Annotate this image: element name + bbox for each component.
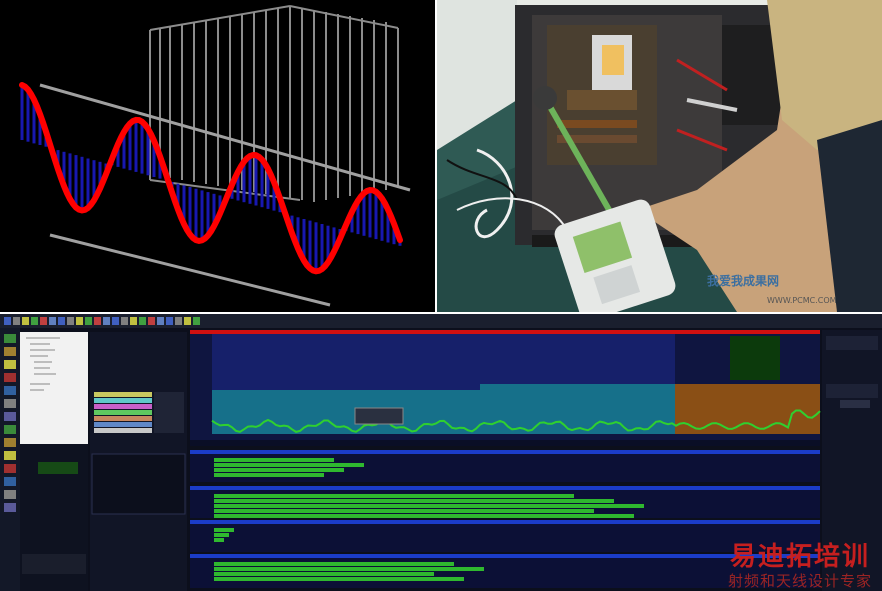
toolbar-icon[interactable] [130, 317, 137, 325]
left-strip-icon[interactable] [4, 464, 16, 473]
sine-wave-3d-illustration [0, 0, 435, 312]
toolbar-icon[interactable] [184, 317, 191, 325]
level-bar [214, 504, 644, 508]
marker-tooltip [354, 407, 404, 425]
spectrum-analyzer-software: 易迪拓培训 射频和天线设计专家 [0, 314, 882, 591]
toolbar-icon[interactable] [67, 317, 74, 325]
left-strip-icon[interactable] [4, 399, 16, 408]
spectrum-table [730, 336, 780, 380]
photo-svg [437, 0, 882, 312]
bar-panels[interactable] [190, 450, 820, 588]
chart-header-bar [190, 330, 820, 334]
toolbar-icon[interactable] [31, 317, 38, 325]
toolbar-icon[interactable] [4, 317, 11, 325]
level-bar [214, 473, 324, 477]
wire-cube [149, 5, 399, 202]
corner-watermark-subtitle: 射频和天线设计专家 [728, 572, 873, 590]
bar-panel-header [190, 554, 820, 558]
level-bar [214, 494, 574, 498]
bar-panel-header [190, 520, 820, 524]
probe-head [533, 86, 557, 110]
level-bar [214, 458, 334, 462]
left-strip-icon[interactable] [4, 373, 16, 382]
toolbar-icon[interactable] [175, 317, 182, 325]
measurement-photo: 我爱我成果网 WWW.PCMC.COM [437, 0, 882, 312]
toolbar-icon[interactable] [13, 317, 20, 325]
level-bar [214, 577, 464, 581]
level-bar [214, 533, 229, 537]
photo-watermark-url: WWW.PCMC.COM [767, 296, 837, 305]
toolbar-icon[interactable] [148, 317, 155, 325]
left-strip-icon[interactable] [4, 438, 16, 447]
photo-watermark: 我爱我成果网 [707, 274, 780, 288]
settings-color-rows[interactable] [94, 392, 152, 433]
toolbar-icon[interactable] [76, 317, 83, 325]
left-strip-icon[interactable] [4, 386, 16, 395]
corner-watermark-title: 易迪拓培训 [730, 542, 871, 572]
level-bar [214, 528, 234, 532]
toolbar-icon[interactable] [40, 317, 47, 325]
left-strip-icon[interactable] [4, 477, 16, 486]
left-strip-icon[interactable] [4, 490, 16, 499]
bar-panel-header [190, 486, 820, 490]
bar-panel[interactable] [190, 524, 820, 552]
toolbar-icon[interactable] [103, 317, 110, 325]
toolbar-icon[interactable] [49, 317, 56, 325]
bar-panel-header [190, 450, 820, 454]
toolbar-icon[interactable] [157, 317, 164, 325]
left-strip-icon[interactable] [4, 425, 16, 434]
toolbar-icon[interactable] [112, 317, 119, 325]
level-bar [214, 572, 434, 576]
level-bar [214, 468, 344, 472]
spectrum-band-orange [675, 384, 820, 434]
left-strip-icon[interactable] [4, 503, 16, 512]
left-strip-icon[interactable] [4, 360, 16, 369]
level-bar [214, 463, 364, 467]
left-strip-icon[interactable] [4, 334, 16, 343]
left-strip-icon[interactable] [4, 347, 16, 356]
level-bar [214, 567, 484, 571]
toolbar-icon[interactable] [85, 317, 92, 325]
left-strip-icon[interactable] [4, 451, 16, 460]
level-bar [214, 538, 224, 542]
sine-wave-svg [19, 5, 411, 307]
toolbar-icon[interactable] [58, 317, 65, 325]
left-strip-icon[interactable] [4, 412, 16, 421]
level-bar [214, 499, 614, 503]
toolbar-icon[interactable] [94, 317, 101, 325]
level-bar [214, 562, 454, 566]
toolbar-icon[interactable] [22, 317, 29, 325]
tree-panel[interactable] [20, 332, 88, 444]
level-bar [214, 514, 634, 518]
toolbar-icon[interactable] [193, 317, 200, 325]
toolbar-icon[interactable] [166, 317, 173, 325]
toolbar-icon[interactable] [121, 317, 128, 325]
lower-rail [49, 233, 331, 307]
level-bar [214, 509, 594, 513]
toolbar-icon[interactable] [139, 317, 146, 325]
